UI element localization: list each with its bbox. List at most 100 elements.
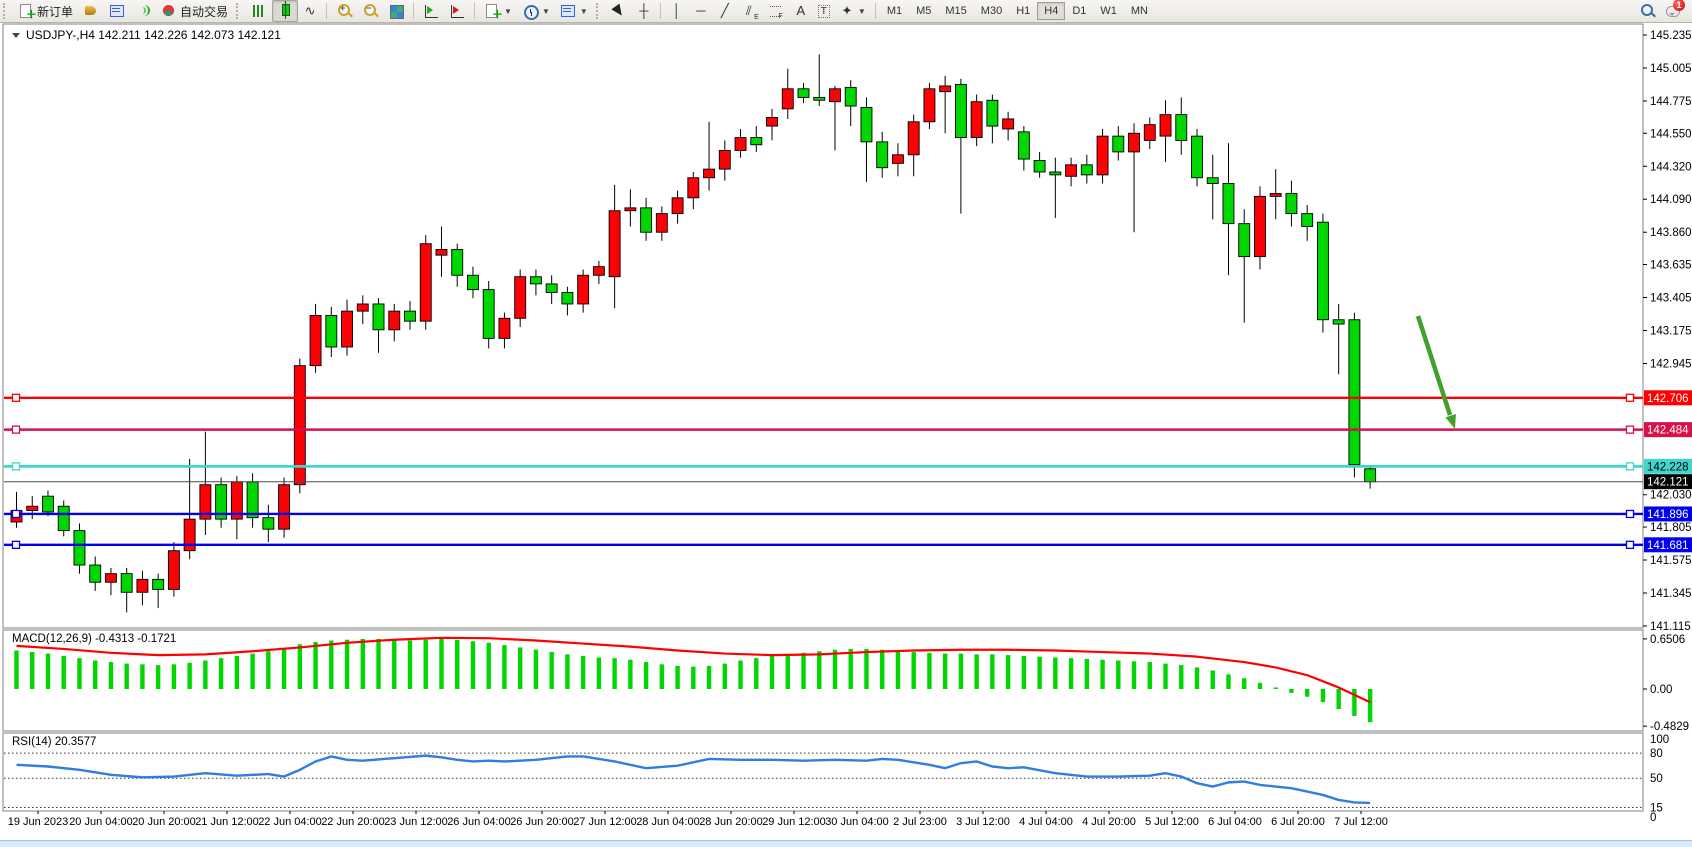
macd-bar [801,653,805,689]
periods-button[interactable]: ▼ [517,0,555,22]
trendline-button[interactable]: ╱ [713,0,737,22]
timeframe-button-h1[interactable]: H1 [1009,2,1037,20]
macd-bar [738,661,742,689]
signals-button[interactable] [130,0,156,22]
hline-handle[interactable] [13,463,20,470]
macd-bar [77,658,81,689]
chart-plot[interactable]: 145.235145.005144.775144.550144.320144.0… [0,23,1692,846]
macd-panel [3,630,1643,731]
text-label-button[interactable]: T [813,2,835,21]
timeframe-button-m5[interactable]: M5 [909,2,938,20]
candle [719,150,730,169]
hline-handle[interactable] [13,394,20,401]
line-chart-button[interactable]: ∿ [298,0,322,22]
crosshair-button[interactable]: ┼ [632,0,656,22]
timeframe-button-m1[interactable]: M1 [880,2,909,20]
toolbar-grip[interactable] [596,3,603,19]
candle [1192,136,1203,178]
hline-handle[interactable] [13,510,20,517]
cursor-button[interactable] [606,0,632,22]
hline-handle[interactable] [1627,394,1634,401]
notifications-button[interactable]: 1 [1660,0,1686,22]
time-tick-label: 19 Jun 2023 [8,816,69,828]
macd-scale-tick: 0.00 [1650,684,1672,696]
candle [310,315,321,365]
tile-windows-button[interactable] [383,0,409,22]
timeframe-button-m30[interactable]: M30 [974,2,1009,20]
macd-bar [392,640,396,689]
macd-bar [1321,689,1325,702]
macd-bar [455,640,459,689]
vertical-line-button[interactable]: │ [665,0,689,22]
notification-badge: 1 [1673,0,1685,11]
macd-bar [172,664,176,689]
macd-bar [628,660,632,689]
timeframe-button-w1[interactable]: W1 [1093,2,1124,20]
auto-scroll-button[interactable] [418,0,444,22]
text-button[interactable]: A [789,0,813,22]
arrows-button[interactable]: ✦▼ [835,0,871,22]
timeframe-button-h4[interactable]: H4 [1037,2,1065,20]
search-button[interactable] [1634,0,1660,22]
zoom-in-button[interactable]: + [331,0,357,22]
price-badge-label: 142.706 [1647,393,1689,405]
channel-button[interactable]: ⫽ [737,0,763,22]
macd-bar [313,642,317,689]
macd-bar [612,658,616,689]
hline-handle[interactable] [1627,426,1634,433]
hline-handle[interactable] [1627,463,1634,470]
chat-bubble-icon: 1 [1665,3,1681,19]
indicators-button[interactable]: ＋▼ [479,0,517,22]
macd-bar [880,650,884,689]
time-tick-label: 7 Jul 12:00 [1334,816,1388,828]
autotrading-button[interactable]: 自动交易 [156,0,233,23]
macd-bar [62,656,66,689]
candle [625,208,636,211]
toolbar-grip[interactable] [236,3,243,19]
price-tick: 144.320 [1650,161,1692,173]
macd-bar [581,656,585,689]
chart-shift-button[interactable] [444,0,470,22]
market-watch-button[interactable] [104,0,130,22]
text-icon: A [794,3,808,19]
hline-handle[interactable] [13,426,20,433]
timeframe-button-mn[interactable]: MN [1124,2,1155,20]
hline-handle[interactable] [1627,541,1634,548]
timeframe-button-d1[interactable]: D1 [1065,2,1093,20]
crosshair-icon: ┼ [637,3,651,19]
toolbar-grip[interactable] [3,3,10,19]
candle [1349,320,1360,465]
candle [1066,165,1077,176]
hline-handle[interactable] [1627,510,1634,517]
macd-scale-tick: 0.6506 [1650,634,1685,646]
macd-bar [1069,658,1073,689]
horizontal-line-button[interactable]: ─ [689,0,713,22]
macd-bar [1037,657,1041,689]
zoom-out-button[interactable]: − [357,0,383,22]
rsi-scale-tick: 50 [1650,773,1663,785]
candle [420,244,431,321]
timeframe-button-m15[interactable]: M15 [938,2,973,20]
zoom-out-icon: − [362,3,378,19]
hline-handle[interactable] [13,541,20,548]
rsi-scale-tick: 0 [1650,812,1656,824]
templates-button[interactable]: ▼ [555,0,593,22]
candle [955,84,966,137]
fibonacci-button[interactable] [763,0,789,22]
candle [515,277,526,319]
time-tick-label: 28 Jun 04:00 [636,816,700,828]
horizontal-line-icon: ─ [694,3,708,19]
tile-windows-icon [388,3,404,19]
candle [814,97,825,100]
new-chart-button[interactable] [78,0,104,22]
time-tick-label: 6 Jul 20:00 [1271,816,1325,828]
macd-bar [408,640,412,689]
price-badge-label: 141.681 [1647,540,1689,552]
bar-chart-button[interactable] [246,0,272,22]
new-order-button[interactable]: ＋ 新订单 [13,0,78,23]
price-tick: 143.175 [1650,326,1692,338]
candle [1317,222,1328,320]
rsi-scale-tick: 100 [1650,734,1669,746]
candlestick-button[interactable] [272,0,298,22]
candle [735,138,746,151]
